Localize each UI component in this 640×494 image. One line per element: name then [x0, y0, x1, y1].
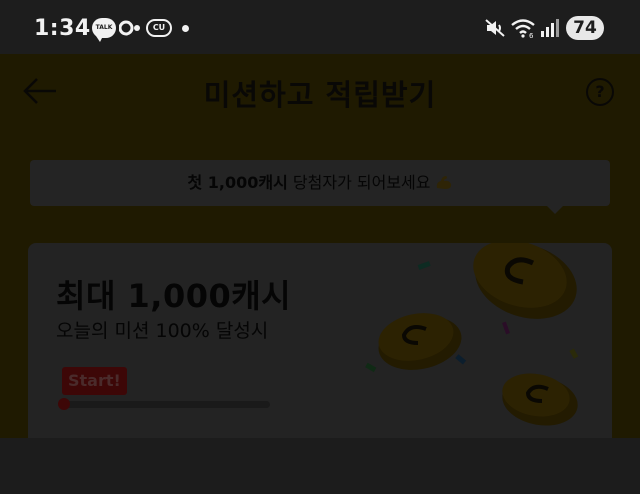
progress-start-dot	[58, 398, 70, 410]
status-bar: 1:34 TALK CU 6 74	[0, 0, 640, 54]
help-button[interactable]: ?	[586, 78, 614, 106]
card-title: 최대 1,000캐시	[56, 277, 292, 315]
banner-highlight: 첫 1,000캐시	[187, 173, 288, 192]
page-title: 미션하고 적립받기	[203, 78, 437, 112]
progress-track	[64, 401, 270, 408]
confetti-lightgreen-icon	[365, 362, 377, 373]
confetti-yellow-icon	[569, 348, 579, 359]
mission-screen: 미션하고 적립받기 ? 첫 1,000캐시 당첨자가 되어보세요 최대 1,00…	[0, 54, 640, 494]
kakaotalk-icon: TALK	[92, 18, 116, 42]
confetti-blue-icon	[455, 354, 467, 365]
coin-illustration	[365, 243, 579, 426]
cu-icon: CU	[146, 19, 172, 37]
confetti-pink-icon	[502, 321, 510, 335]
mute-icon	[485, 19, 505, 37]
mission-card[interactable]: 최대 1,000캐시 오늘의 미션 100% 달성시 Start!	[28, 243, 612, 463]
medium-coin-icon	[378, 313, 462, 370]
battery-indicator: 74	[566, 16, 604, 40]
promo-banner[interactable]: 첫 1,000캐시 당첨자가 되어보세요	[30, 160, 610, 206]
wifi-icon: 6	[511, 19, 535, 38]
start-badge: Start!	[62, 367, 127, 395]
confetti-green-icon	[417, 261, 431, 270]
bottom-area	[0, 438, 640, 494]
status-time: 1:34	[34, 16, 91, 41]
banner-pointer	[546, 205, 564, 214]
notification-dot-icon	[182, 25, 189, 32]
signal-icon	[541, 19, 559, 37]
flexed-biceps-icon	[436, 176, 451, 189]
svg-text:6: 6	[529, 32, 534, 38]
card-subtitle: 오늘의 미션 100% 달성시	[56, 320, 269, 342]
ok-cashbag-icon	[119, 20, 140, 36]
large-coin-icon	[473, 243, 577, 319]
small-coin-icon	[502, 373, 578, 426]
banner-text: 당첨자가 되어보세요	[287, 173, 431, 192]
